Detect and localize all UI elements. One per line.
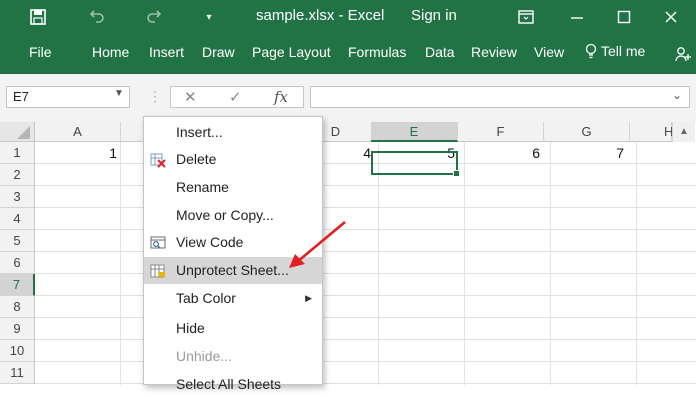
save-icon[interactable] (28, 7, 48, 27)
column-header-g[interactable]: G (544, 122, 630, 142)
window-title: sample.xlsx - Excel (256, 7, 385, 24)
redo-icon[interactable] (143, 5, 165, 27)
minimize-icon[interactable] (566, 6, 588, 28)
menu-item-label: Tab Color (176, 290, 236, 306)
menu-item-label: Unprotect Sheet... (176, 262, 289, 278)
row-header-7[interactable]: 7 (0, 274, 35, 296)
cell-g1[interactable]: 7 (544, 142, 624, 164)
tell-me-label: Tell me (601, 43, 646, 59)
tab-data[interactable]: Data (425, 44, 455, 60)
active-cell-e7[interactable] (371, 151, 460, 177)
column-header-e[interactable]: E (371, 122, 458, 142)
column-header-h[interactable]: H (630, 122, 673, 142)
delete-sheet-icon (150, 153, 166, 168)
tab-view[interactable]: View (534, 44, 564, 60)
menu-item-delete[interactable]: Delete (144, 146, 322, 173)
maximize-icon[interactable] (613, 6, 635, 28)
insert-function-button[interactable]: fx (274, 88, 288, 106)
sign-in-link[interactable]: Sign in (411, 7, 457, 24)
row-header-9[interactable]: 9 (0, 318, 35, 340)
title-bar: ▾ sample.xlsx - Excel Sign in (0, 0, 696, 34)
cancel-entry-icon[interactable]: ✕ (184, 88, 197, 106)
name-box[interactable]: E7 (6, 86, 130, 108)
row-header-5[interactable]: 5 (0, 230, 35, 252)
tab-home[interactable]: Home (92, 44, 129, 60)
cell-area[interactable] (35, 142, 696, 385)
confirm-entry-icon[interactable]: ✓ (229, 88, 242, 106)
menu-item-hide[interactable]: Hide (144, 315, 322, 342)
submenu-arrow-icon: ▶ (305, 293, 312, 303)
tab-page-layout[interactable]: Page Layout (252, 44, 331, 60)
row-header-2[interactable]: 2 (0, 164, 35, 186)
row-header-4[interactable]: 4 (0, 208, 35, 230)
menu-item-insert[interactable]: Insert... (144, 119, 322, 146)
name-box-dropdown-icon[interactable]: ▼ (114, 88, 124, 99)
menu-item-tab-color[interactable]: Tab Color ▶ (144, 285, 322, 312)
close-icon[interactable] (660, 6, 682, 28)
tab-draw[interactable]: Draw (202, 44, 235, 60)
formula-bar-grip-icon: ⋮ (148, 88, 162, 104)
cell-a1[interactable]: 1 (35, 142, 117, 164)
menu-item-rename[interactable]: Rename (144, 174, 322, 201)
row-header-11[interactable]: 11 (0, 362, 35, 384)
row-header-6[interactable]: 6 (0, 252, 35, 274)
menu-item-label: Delete (176, 151, 217, 167)
menu-item-label: Move or Copy... (176, 207, 274, 223)
cell-f1[interactable]: 6 (458, 142, 540, 164)
undo-icon[interactable] (86, 5, 108, 27)
scroll-up-icon[interactable]: ▲ (672, 122, 695, 142)
tab-review[interactable]: Review (471, 44, 517, 60)
lightbulb-icon (585, 43, 597, 59)
ribbon-tabs: File Home Insert Draw Page Layout Formul… (0, 34, 696, 74)
tab-file[interactable]: File (29, 44, 52, 60)
ribbon-display-icon[interactable] (515, 6, 537, 28)
expand-formula-bar-icon[interactable]: ⌄ (672, 88, 682, 102)
quick-access-customize-icon[interactable]: ▾ (200, 7, 218, 27)
tab-insert[interactable]: Insert (149, 44, 184, 60)
annotation-arrow-icon (289, 221, 346, 268)
column-header-a[interactable]: A (35, 122, 121, 142)
menu-item-label: Rename (176, 179, 229, 195)
formula-input[interactable] (310, 86, 690, 108)
menu-item-label: View Code (176, 234, 244, 250)
fill-handle[interactable] (453, 170, 460, 177)
unprotect-sheet-icon (150, 264, 165, 278)
tab-formulas[interactable]: Formulas (348, 44, 406, 60)
tell-me-box[interactable]: Tell me (585, 43, 645, 59)
view-code-icon (150, 236, 166, 249)
row-header-8[interactable]: 8 (0, 296, 35, 318)
row-header-3[interactable]: 3 (0, 186, 35, 208)
select-all-corner[interactable] (0, 122, 35, 142)
share-person-icon[interactable] (672, 43, 694, 65)
menu-item-label: Hide (176, 320, 205, 336)
menu-item-label: Unhide... (176, 348, 233, 364)
menu-item-unhide: Unhide... (144, 343, 322, 370)
menu-item-label: Insert... (176, 124, 223, 140)
row-header-1[interactable]: 1 (0, 142, 35, 164)
column-header-f[interactable]: F (458, 122, 544, 142)
row-header-10[interactable]: 10 (0, 340, 35, 362)
